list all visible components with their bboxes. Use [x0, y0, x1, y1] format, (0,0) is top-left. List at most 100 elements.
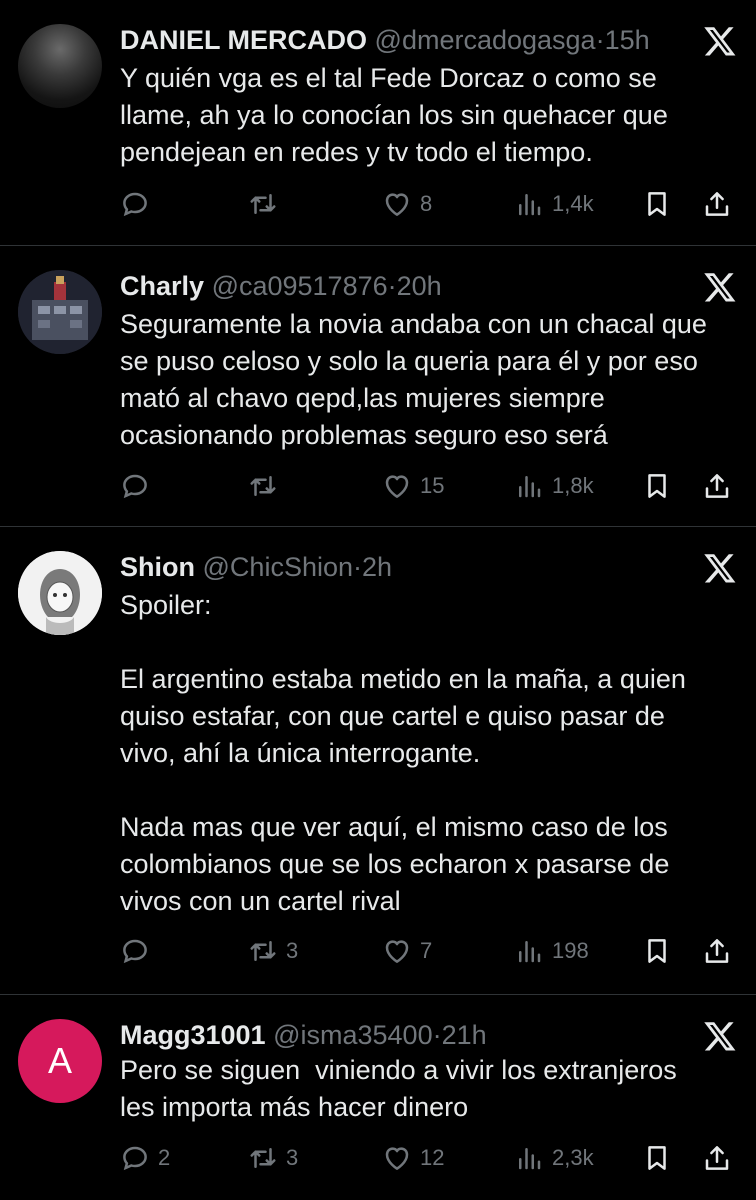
separator-dot: · [432, 1020, 442, 1050]
user-handle[interactable]: @ChicShion [203, 552, 353, 582]
share-button[interactable] [702, 186, 732, 222]
views-icon [519, 941, 541, 963]
x-logo-icon [704, 1022, 736, 1051]
tweet-charly[interactable]: Charly @ca09517876·20h Seguramente la no… [0, 246, 756, 527]
heart-icon [385, 940, 409, 963]
avatar[interactable] [18, 24, 102, 108]
separator-dot: · [595, 25, 605, 55]
view-count: 2,3k [552, 1145, 594, 1170]
views-icon [519, 194, 541, 216]
timestamp[interactable]: 15h [605, 25, 650, 55]
reply-count: 2 [158, 1145, 171, 1170]
avatar-image [18, 551, 102, 635]
tweet-text: Spoiler: El argentino estaba metido en l… [120, 590, 686, 916]
like-button[interactable]: 15 [382, 468, 444, 504]
share-icon [705, 192, 729, 216]
tweet-text: Y quién vga es el tal Fede Dorcaz o como… [120, 63, 676, 167]
x-logo-icon [704, 27, 736, 56]
timestamp[interactable]: 20h [397, 271, 442, 301]
views-icon [519, 1148, 541, 1170]
retweet-icon [250, 941, 276, 961]
bookmark-icon [648, 1146, 666, 1170]
tweet-actions: 3 7 198 [120, 933, 738, 969]
like-count: 7 [420, 938, 433, 963]
x-logo-icon [704, 273, 736, 302]
tweet-magg31001[interactable]: A Magg31001 @isma35400·21h Pero se sigue… [0, 995, 756, 1200]
bookmark-icon [648, 192, 666, 216]
retweet-icon [250, 1148, 276, 1168]
timestamp[interactable]: 2h [362, 552, 392, 582]
reply-icon [123, 939, 147, 964]
retweet-button[interactable] [248, 468, 286, 504]
retweet-count: 3 [286, 938, 299, 963]
reply-icon [123, 192, 147, 217]
views-button[interactable]: 2,3k [514, 1140, 594, 1176]
like-count: 15 [420, 473, 445, 498]
bookmark-button[interactable] [642, 468, 672, 504]
reply-button[interactable] [120, 186, 158, 222]
retweet-button[interactable] [248, 186, 286, 222]
like-button[interactable]: 8 [382, 186, 432, 222]
timestamp[interactable]: 21h [442, 1020, 487, 1050]
tweet-actions: 8 1,4k [120, 186, 738, 222]
share-icon [705, 474, 729, 498]
avatar[interactable] [18, 551, 102, 635]
display-name[interactable]: Charly [120, 271, 204, 301]
bookmark-icon [648, 939, 666, 963]
retweet-button[interactable]: 3 [248, 1140, 298, 1176]
view-count: 1,4k [552, 191, 594, 216]
retweet-icon [250, 194, 276, 214]
tweet-text: Pero se siguen viniendo a vivir los extr… [120, 1055, 685, 1122]
like-button[interactable]: 12 [382, 1140, 444, 1176]
tweet-header: DANIEL MERCADO @dmercadogasga·15h [120, 24, 686, 56]
bookmark-button[interactable] [642, 1140, 672, 1176]
x-logo-icon [704, 554, 736, 583]
user-handle[interactable]: @isma35400 [273, 1020, 433, 1050]
heart-icon [385, 1147, 409, 1170]
display-name[interactable]: DANIEL MERCADO [120, 25, 367, 55]
tweet-actions: 2 3 12 2,3k [120, 1140, 738, 1176]
share-icon [705, 1146, 729, 1170]
like-button[interactable]: 7 [382, 933, 432, 969]
tweet-header: Shion @ChicShion·2h [120, 551, 686, 583]
views-icon [519, 476, 541, 498]
views-button[interactable]: 1,4k [514, 186, 594, 222]
bookmark-button[interactable] [642, 186, 672, 222]
share-button[interactable] [702, 1140, 732, 1176]
avatar[interactable] [18, 270, 102, 354]
share-icon [705, 939, 729, 963]
avatar-image [18, 270, 102, 354]
views-button[interactable]: 1,8k [514, 468, 594, 504]
share-button[interactable] [702, 933, 732, 969]
views-button[interactable]: 198 [514, 933, 589, 969]
user-handle[interactable]: @dmercadogasga [375, 25, 596, 55]
share-button[interactable] [702, 468, 732, 504]
reply-icon [123, 1146, 147, 1171]
display-name[interactable]: Shion [120, 552, 195, 582]
like-count: 8 [420, 191, 433, 216]
bookmark-icon [648, 474, 666, 498]
tweet-daniel-mercado[interactable]: DANIEL MERCADO @dmercadogasga·15h Y quié… [0, 0, 756, 246]
reply-button[interactable] [120, 468, 158, 504]
avatar-letter: A [47, 1040, 72, 1081]
avatar[interactable]: A [18, 1019, 102, 1103]
heart-icon [385, 475, 409, 498]
bookmark-button[interactable] [642, 933, 672, 969]
reply-button[interactable] [120, 933, 158, 969]
separator-dot: · [353, 552, 362, 582]
tweet-actions: 15 1,8k [120, 468, 738, 504]
retweet-icon [250, 476, 276, 496]
like-count: 12 [420, 1145, 445, 1170]
reply-button[interactable]: 2 [120, 1140, 170, 1176]
tweet-header: Charly @ca09517876·20h [120, 270, 686, 302]
separator-dot: · [387, 271, 397, 301]
tweet-text: Seguramente la novia andaba con un chaca… [120, 309, 715, 450]
tweet-header: Magg31001 @isma35400·21h [120, 1019, 686, 1051]
tweet-shion[interactable]: Shion @ChicShion·2h Spoiler: El argentin… [0, 527, 756, 995]
reply-icon [123, 474, 147, 499]
retweet-button[interactable]: 3 [248, 933, 298, 969]
view-count: 1,8k [552, 473, 594, 498]
view-count: 198 [552, 938, 589, 963]
user-handle[interactable]: @ca09517876 [212, 271, 388, 301]
display-name[interactable]: Magg31001 [120, 1020, 266, 1050]
